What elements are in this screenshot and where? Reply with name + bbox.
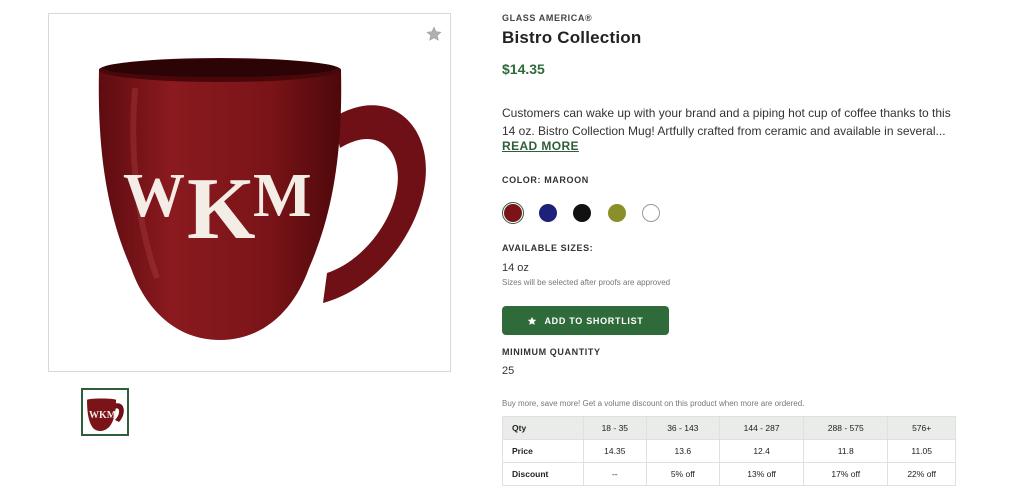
table-cell: 288 - 575	[803, 416, 889, 440]
add-to-shortlist-label: ADD TO SHORTLIST	[544, 315, 644, 326]
volume-discount-note: Buy more, save more! Get a volume discou…	[502, 399, 805, 408]
star-icon	[528, 316, 537, 325]
table-cell: 576+	[887, 416, 956, 440]
minimum-quantity-label: MINIMUM QUANTITY	[502, 347, 601, 357]
table-cell: Discount	[502, 462, 584, 486]
table-cell: 12.4	[719, 439, 805, 463]
color-label: COLOR: MAROON	[502, 175, 589, 185]
product-mug-image: W K M	[98, 58, 426, 340]
table-cell: 5% off	[645, 462, 721, 486]
swatch-navy[interactable]	[537, 202, 559, 224]
table-cell: 17% off	[803, 462, 889, 486]
swatch-olive[interactable]	[606, 202, 628, 224]
favorite-star-icon[interactable]	[424, 24, 444, 44]
svg-text:WKM: WKM	[89, 410, 117, 421]
table-cell: 13% off	[719, 462, 805, 486]
product-title: Bistro Collection	[502, 28, 642, 47]
product-price: $14.35	[502, 61, 545, 77]
table-cell: 22% off	[887, 462, 956, 486]
product-image-frame: W K M	[48, 13, 451, 372]
table-cell: 144 - 287	[719, 416, 805, 440]
table-cell: Qty	[502, 416, 584, 440]
table-cell: 11.05	[887, 439, 956, 463]
swatch-white[interactable]	[640, 202, 662, 224]
swatch-maroon[interactable]	[502, 202, 524, 224]
read-more-link[interactable]: READ MORE	[502, 139, 579, 153]
product-description: Customers can wake up with your brand an…	[502, 106, 951, 138]
pricing-table: Qty 18 - 35 36 - 143 144 - 287 288 - 575…	[502, 416, 956, 486]
size-value: 14 oz	[502, 262, 529, 274]
svg-text:K: K	[187, 161, 255, 258]
swatch-black[interactable]	[571, 202, 593, 224]
table-cell: 14.35	[583, 439, 647, 463]
svg-text:W: W	[123, 162, 185, 230]
table-cell: 36 - 143	[645, 416, 721, 440]
sizes-label: AVAILABLE SIZES:	[502, 243, 594, 253]
thumbnail-mug[interactable]: WKM	[81, 388, 129, 436]
svg-text:M: M	[253, 162, 312, 230]
table-row: Price 14.35 13.6 12.4 11.8 11.05	[502, 439, 956, 463]
table-row: Qty 18 - 35 36 - 143 144 - 287 288 - 575…	[502, 416, 956, 440]
size-note: Sizes will be selected after proofs are …	[502, 278, 671, 287]
table-cell: 18 - 35	[583, 416, 647, 440]
table-cell: 13.6	[645, 439, 721, 463]
brand-name: GLASS AMERICA®	[502, 13, 593, 23]
add-to-shortlist-button[interactable]: ADD TO SHORTLIST	[502, 306, 669, 335]
table-row: Discount -- 5% off 13% off 17% off 22% o…	[502, 462, 956, 486]
table-cell: --	[583, 462, 647, 486]
minimum-quantity-value: 25	[502, 365, 515, 377]
table-cell: 11.8	[803, 439, 889, 463]
table-cell: Price	[502, 439, 584, 463]
